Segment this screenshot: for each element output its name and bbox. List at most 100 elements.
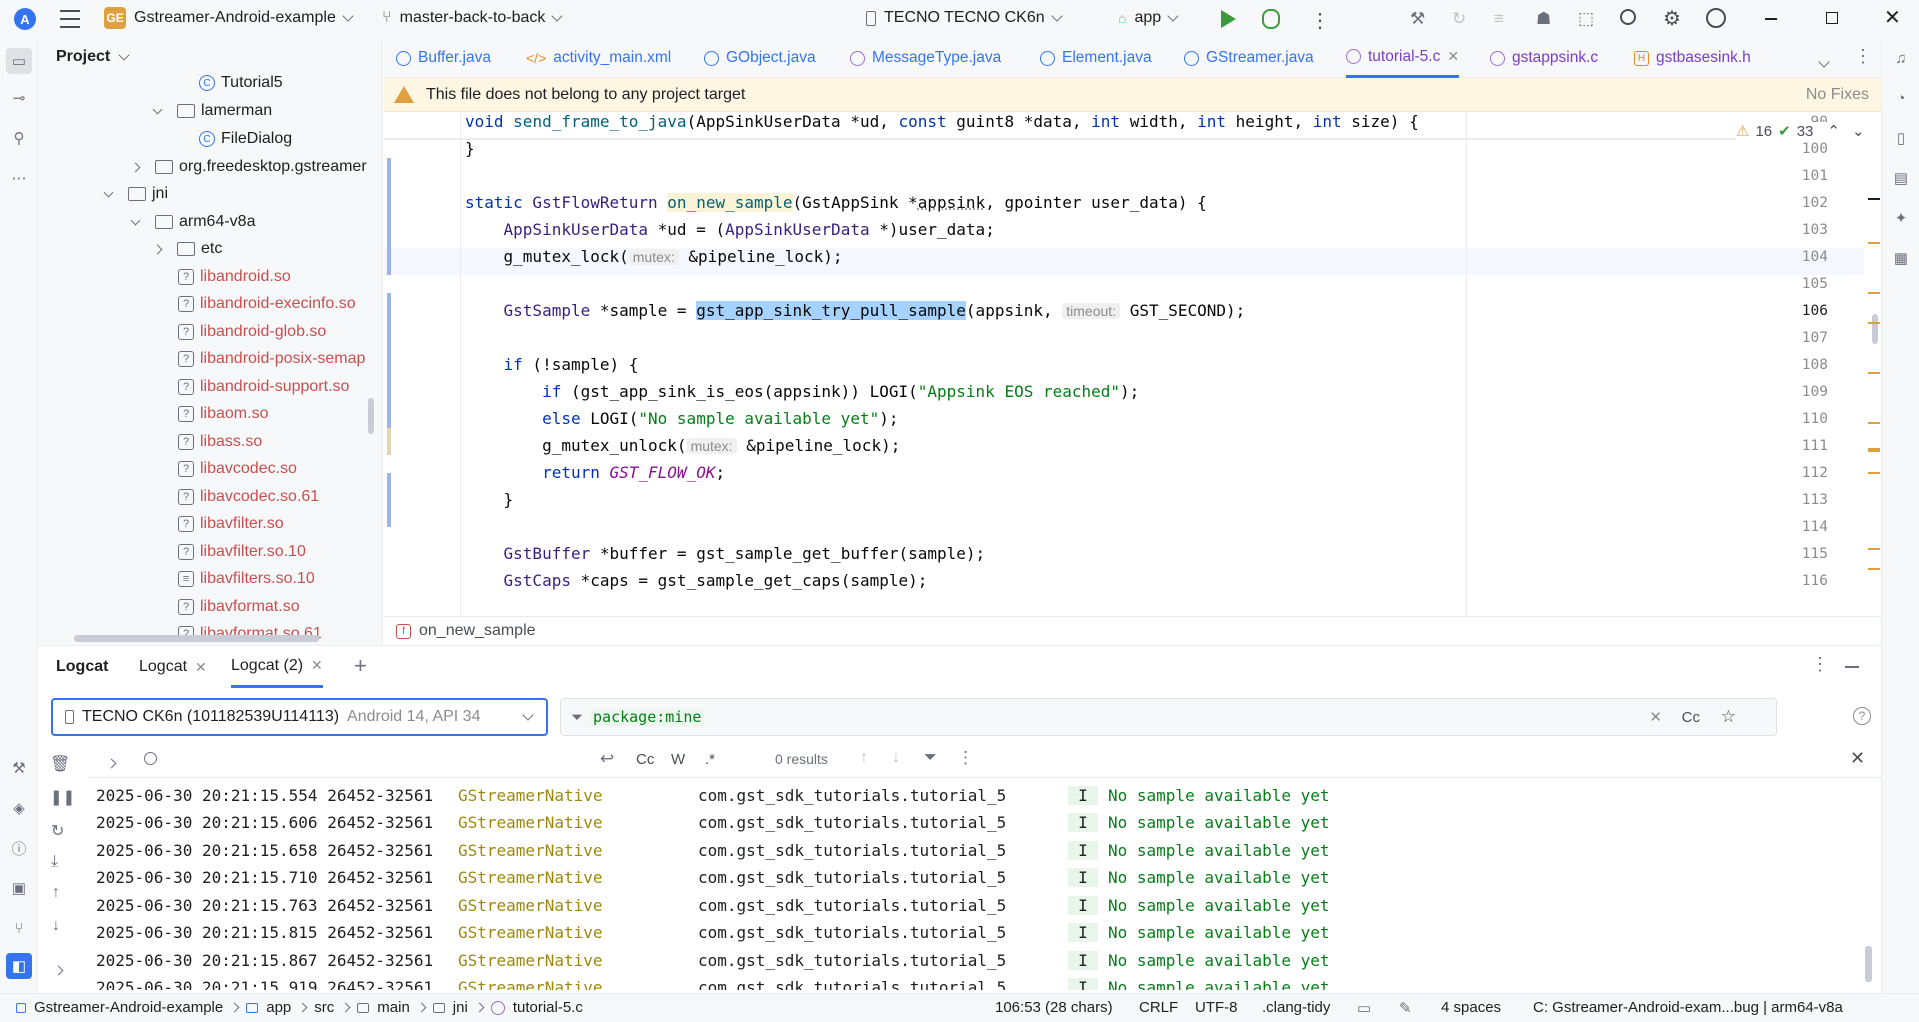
more-actions-icon[interactable]: ⋮ <box>1310 8 1330 33</box>
log-row[interactable]: 2025-06-30 20:21:15.606 26452-32561 GStre… <box>96 809 1330 836</box>
notifications-icon[interactable]: ♫ <box>1891 48 1911 68</box>
tree-item[interactable]: ≡ libavfilters.so.10 <box>178 567 315 591</box>
tree-item[interactable]: ? libandroid.so <box>178 265 291 289</box>
tab-element-java[interactable]: Element.java <box>1040 38 1152 78</box>
account-icon[interactable] <box>1706 8 1726 28</box>
build-icon[interactable]: ⚒ <box>1410 9 1425 29</box>
reader-mode-icon[interactable]: ▭ <box>1357 999 1371 1017</box>
scroll-thumb[interactable] <box>1872 314 1878 344</box>
logcat-filter-field[interactable]: ⏷ package:mine ✕ Cc ☆ <box>560 698 1777 736</box>
project-folder-icon[interactable]: ▭ <box>6 48 32 74</box>
chevron-down-icon[interactable] <box>152 104 163 114</box>
crumb-main[interactable]: main <box>377 999 410 1016</box>
filter-results-icon[interactable]: ⏷ <box>924 749 937 767</box>
search-words[interactable]: W <box>671 751 685 768</box>
device-selector[interactable]: TECNO TECNO CK6n <box>866 9 1063 27</box>
crumb-app[interactable]: app <box>266 999 291 1016</box>
run-config-selector[interactable]: ⌂ app <box>1118 9 1179 27</box>
log-row[interactable]: 2025-06-30 20:21:15.658 26452-32561 GStre… <box>96 837 1330 864</box>
restore-icon[interactable] <box>1826 12 1838 24</box>
apply-code-changes-icon[interactable]: ≡ <box>1494 9 1504 29</box>
terminal-icon[interactable]: ▣ <box>9 878 29 898</box>
close-tab-icon[interactable]: ✕ <box>1447 48 1459 65</box>
minimize-icon[interactable] <box>1765 18 1777 20</box>
replace-icon[interactable]: ↩ <box>600 749 614 769</box>
build-hammer-icon[interactable]: ⚒ <box>9 758 29 778</box>
device-manager-side-icon[interactable]: ▯ <box>1891 128 1911 148</box>
tabs-dropdown-icon[interactable] <box>1818 53 1830 71</box>
crumb-src[interactable]: src <box>314 999 334 1016</box>
tab-messagetype-java[interactable]: MessageType.java <box>850 38 1001 78</box>
android-studio-logo-icon[interactable]: A <box>14 8 36 30</box>
close-window-icon[interactable]: ✕ <box>1884 5 1901 30</box>
tab-gstbasesink-h[interactable]: Hgstbasesink.h <box>1634 38 1751 78</box>
tree-item[interactable]: org.freedesktop.gstreamer <box>130 155 367 179</box>
tree-item[interactable]: C FileDialog <box>199 127 292 151</box>
no-fixes-button[interactable]: No Fixes <box>1806 86 1869 104</box>
chevron-down-icon[interactable] <box>130 215 141 225</box>
search-icon[interactable] <box>1620 9 1636 25</box>
tab-logcat-1[interactable]: Logcat ✕ <box>139 646 207 688</box>
gemini-icon[interactable]: ◔ <box>1891 88 1911 108</box>
crumb-file[interactable]: tutorial-5.c <box>513 999 583 1016</box>
next-result-icon[interactable]: ↓ <box>892 749 900 767</box>
log-list[interactable]: 2025-06-30 20:21:15.554 26452-32561 GStre… <box>38 782 1868 990</box>
tab-buffer-java[interactable]: Buffer.java <box>396 38 491 78</box>
next-highlight-icon[interactable]: ⌄ <box>1852 122 1865 140</box>
error-stripe[interactable] <box>1866 112 1881 633</box>
gradle-icon[interactable]: ◈ <box>9 798 29 818</box>
log-row[interactable]: 2025-06-30 20:21:15.554 26452-32561 GStre… <box>96 782 1330 809</box>
panel-options-icon[interactable]: ⋮ <box>1811 654 1829 675</box>
tree-item[interactable]: ? libandroid-glob.so <box>178 320 326 344</box>
device-explorer-icon[interactable]: ▦ <box>1891 248 1911 268</box>
hide-panel-icon[interactable] <box>1845 666 1859 668</box>
crumb-project[interactable]: Gstreamer-Android-example <box>34 999 223 1016</box>
chevron-down-icon[interactable] <box>103 187 114 197</box>
tab-gstreamer-java[interactable]: GStreamer.java <box>1184 38 1314 78</box>
project-selector[interactable]: GE Gstreamer-Android-example <box>104 7 354 29</box>
expand-search-icon[interactable] <box>106 754 117 772</box>
search-regex[interactable]: .* <box>705 751 715 768</box>
more-tools-icon[interactable]: ⋯ <box>9 168 29 188</box>
tree-item[interactable]: ? libass.so <box>178 430 262 454</box>
device-dropdown[interactable]: TECNO CK6n (101182539U114113) Android 14… <box>51 698 548 736</box>
tabs-more-icon[interactable]: ⋮ <box>1854 46 1872 67</box>
power-save-icon[interactable]: ✎ <box>1399 999 1412 1017</box>
device-manager-icon[interactable]: ☗ <box>1536 9 1551 29</box>
tab-activity-main-xml[interactable]: </> activity_main.xml <box>526 38 671 78</box>
search-input[interactable] <box>168 746 528 774</box>
clear-logcat-icon[interactable]: 🗑 <box>50 754 70 774</box>
search-match-case[interactable]: Cc <box>636 751 654 768</box>
crumb-jni[interactable]: jni <box>453 999 468 1016</box>
structure-icon[interactable]: ⚲ <box>9 128 29 148</box>
log-row[interactable]: 2025-06-30 20:21:15.763 26452-32561 GStre… <box>96 892 1330 919</box>
debug-icon[interactable] <box>1262 9 1280 29</box>
prev-highlight-icon[interactable]: ⌃ <box>1827 122 1840 140</box>
clear-filter-icon[interactable]: ✕ <box>1649 708 1662 726</box>
line-separator[interactable]: CRLF <box>1139 999 1178 1016</box>
log-scrollbar[interactable] <box>1865 946 1872 982</box>
tab-logcat-2[interactable]: Logcat (2) ✕ <box>231 646 323 688</box>
file-encoding[interactable]: UTF-8 <box>1195 999 1238 1016</box>
logcat-icon[interactable]: ◧ <box>6 953 32 979</box>
favorite-star-icon[interactable]: ☆ <box>1721 707 1736 727</box>
apply-changes-icon[interactable]: ↻ <box>1452 9 1466 29</box>
code-area[interactable]: 90 100 101 102 103 104 105 106 107 108 1… <box>384 112 1864 633</box>
chevron-right-icon[interactable] <box>152 244 163 254</box>
prev-result-icon[interactable]: ↑ <box>860 749 868 767</box>
chevron-right-icon[interactable] <box>130 162 141 172</box>
settings-gear-icon[interactable]: ⚙ <box>1663 6 1681 31</box>
tree-item[interactable]: jni <box>103 182 168 206</box>
running-devices-icon[interactable]: ▤ <box>1891 168 1911 188</box>
tree-item[interactable]: etc <box>152 237 222 261</box>
problems-icon[interactable]: ⓘ <box>9 838 29 858</box>
sparkle-icon[interactable]: ✦ <box>1891 208 1911 228</box>
tree-item[interactable]: ? libandroid-execinfo.so <box>178 292 356 316</box>
sdk-manager-icon[interactable]: ⬚ <box>1578 9 1594 29</box>
tree-item[interactable]: ? libandroid-support.so <box>178 375 349 399</box>
tree-item[interactable]: C Tutorial5 <box>199 71 283 95</box>
close-search-icon[interactable]: ✕ <box>1850 748 1865 769</box>
cursor-position[interactable]: 106:53 (28 chars) <box>995 999 1113 1016</box>
vertical-scrollbar[interactable] <box>368 398 374 434</box>
horizontal-scrollbar[interactable] <box>74 635 319 642</box>
